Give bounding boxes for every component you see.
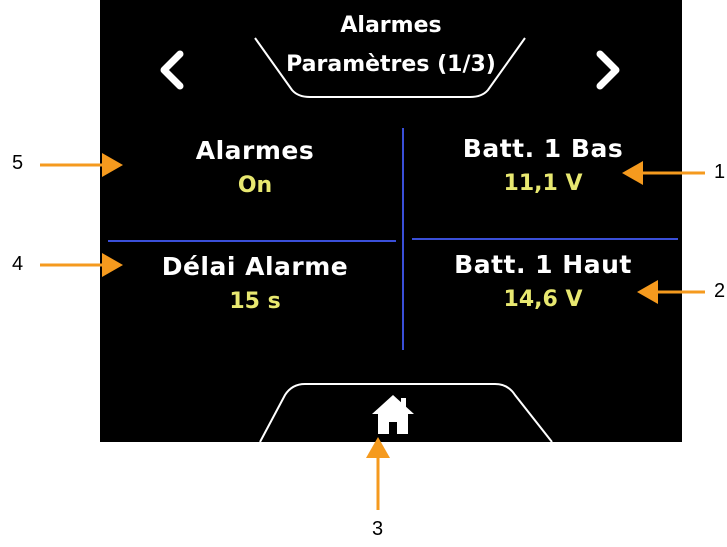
callout-label-2: 2 bbox=[714, 280, 726, 302]
callout-label-5: 5 bbox=[12, 152, 24, 174]
setting-label: Batt. 1 Bas bbox=[462, 134, 624, 163]
setting-delai-alarme[interactable]: Délai Alarme 15 s bbox=[110, 252, 400, 316]
setting-value: 14,6 V bbox=[503, 287, 583, 312]
setting-value: On bbox=[237, 173, 273, 198]
setting-value: 11,1 V bbox=[503, 171, 583, 196]
setting-value: 15 s bbox=[229, 289, 281, 314]
setting-label: Batt. 1 Haut bbox=[454, 250, 632, 279]
callout-label-3: 3 bbox=[372, 518, 384, 540]
device-screen: Alarmes Paramètres (1/3) Alarmes On Déla… bbox=[100, 0, 682, 442]
setting-label: Alarmes bbox=[195, 136, 315, 165]
callout-label-4: 4 bbox=[12, 253, 24, 275]
home-button[interactable] bbox=[370, 392, 416, 436]
home-icon bbox=[372, 395, 414, 434]
callout-label-1: 1 bbox=[714, 161, 726, 183]
setting-label: Délai Alarme bbox=[161, 252, 349, 281]
setting-batt1-haut[interactable]: Batt. 1 Haut 14,6 V bbox=[412, 250, 674, 314]
setting-alarmes[interactable]: Alarmes On bbox=[120, 136, 390, 200]
setting-batt1-bas[interactable]: Batt. 1 Bas 11,1 V bbox=[412, 134, 674, 198]
